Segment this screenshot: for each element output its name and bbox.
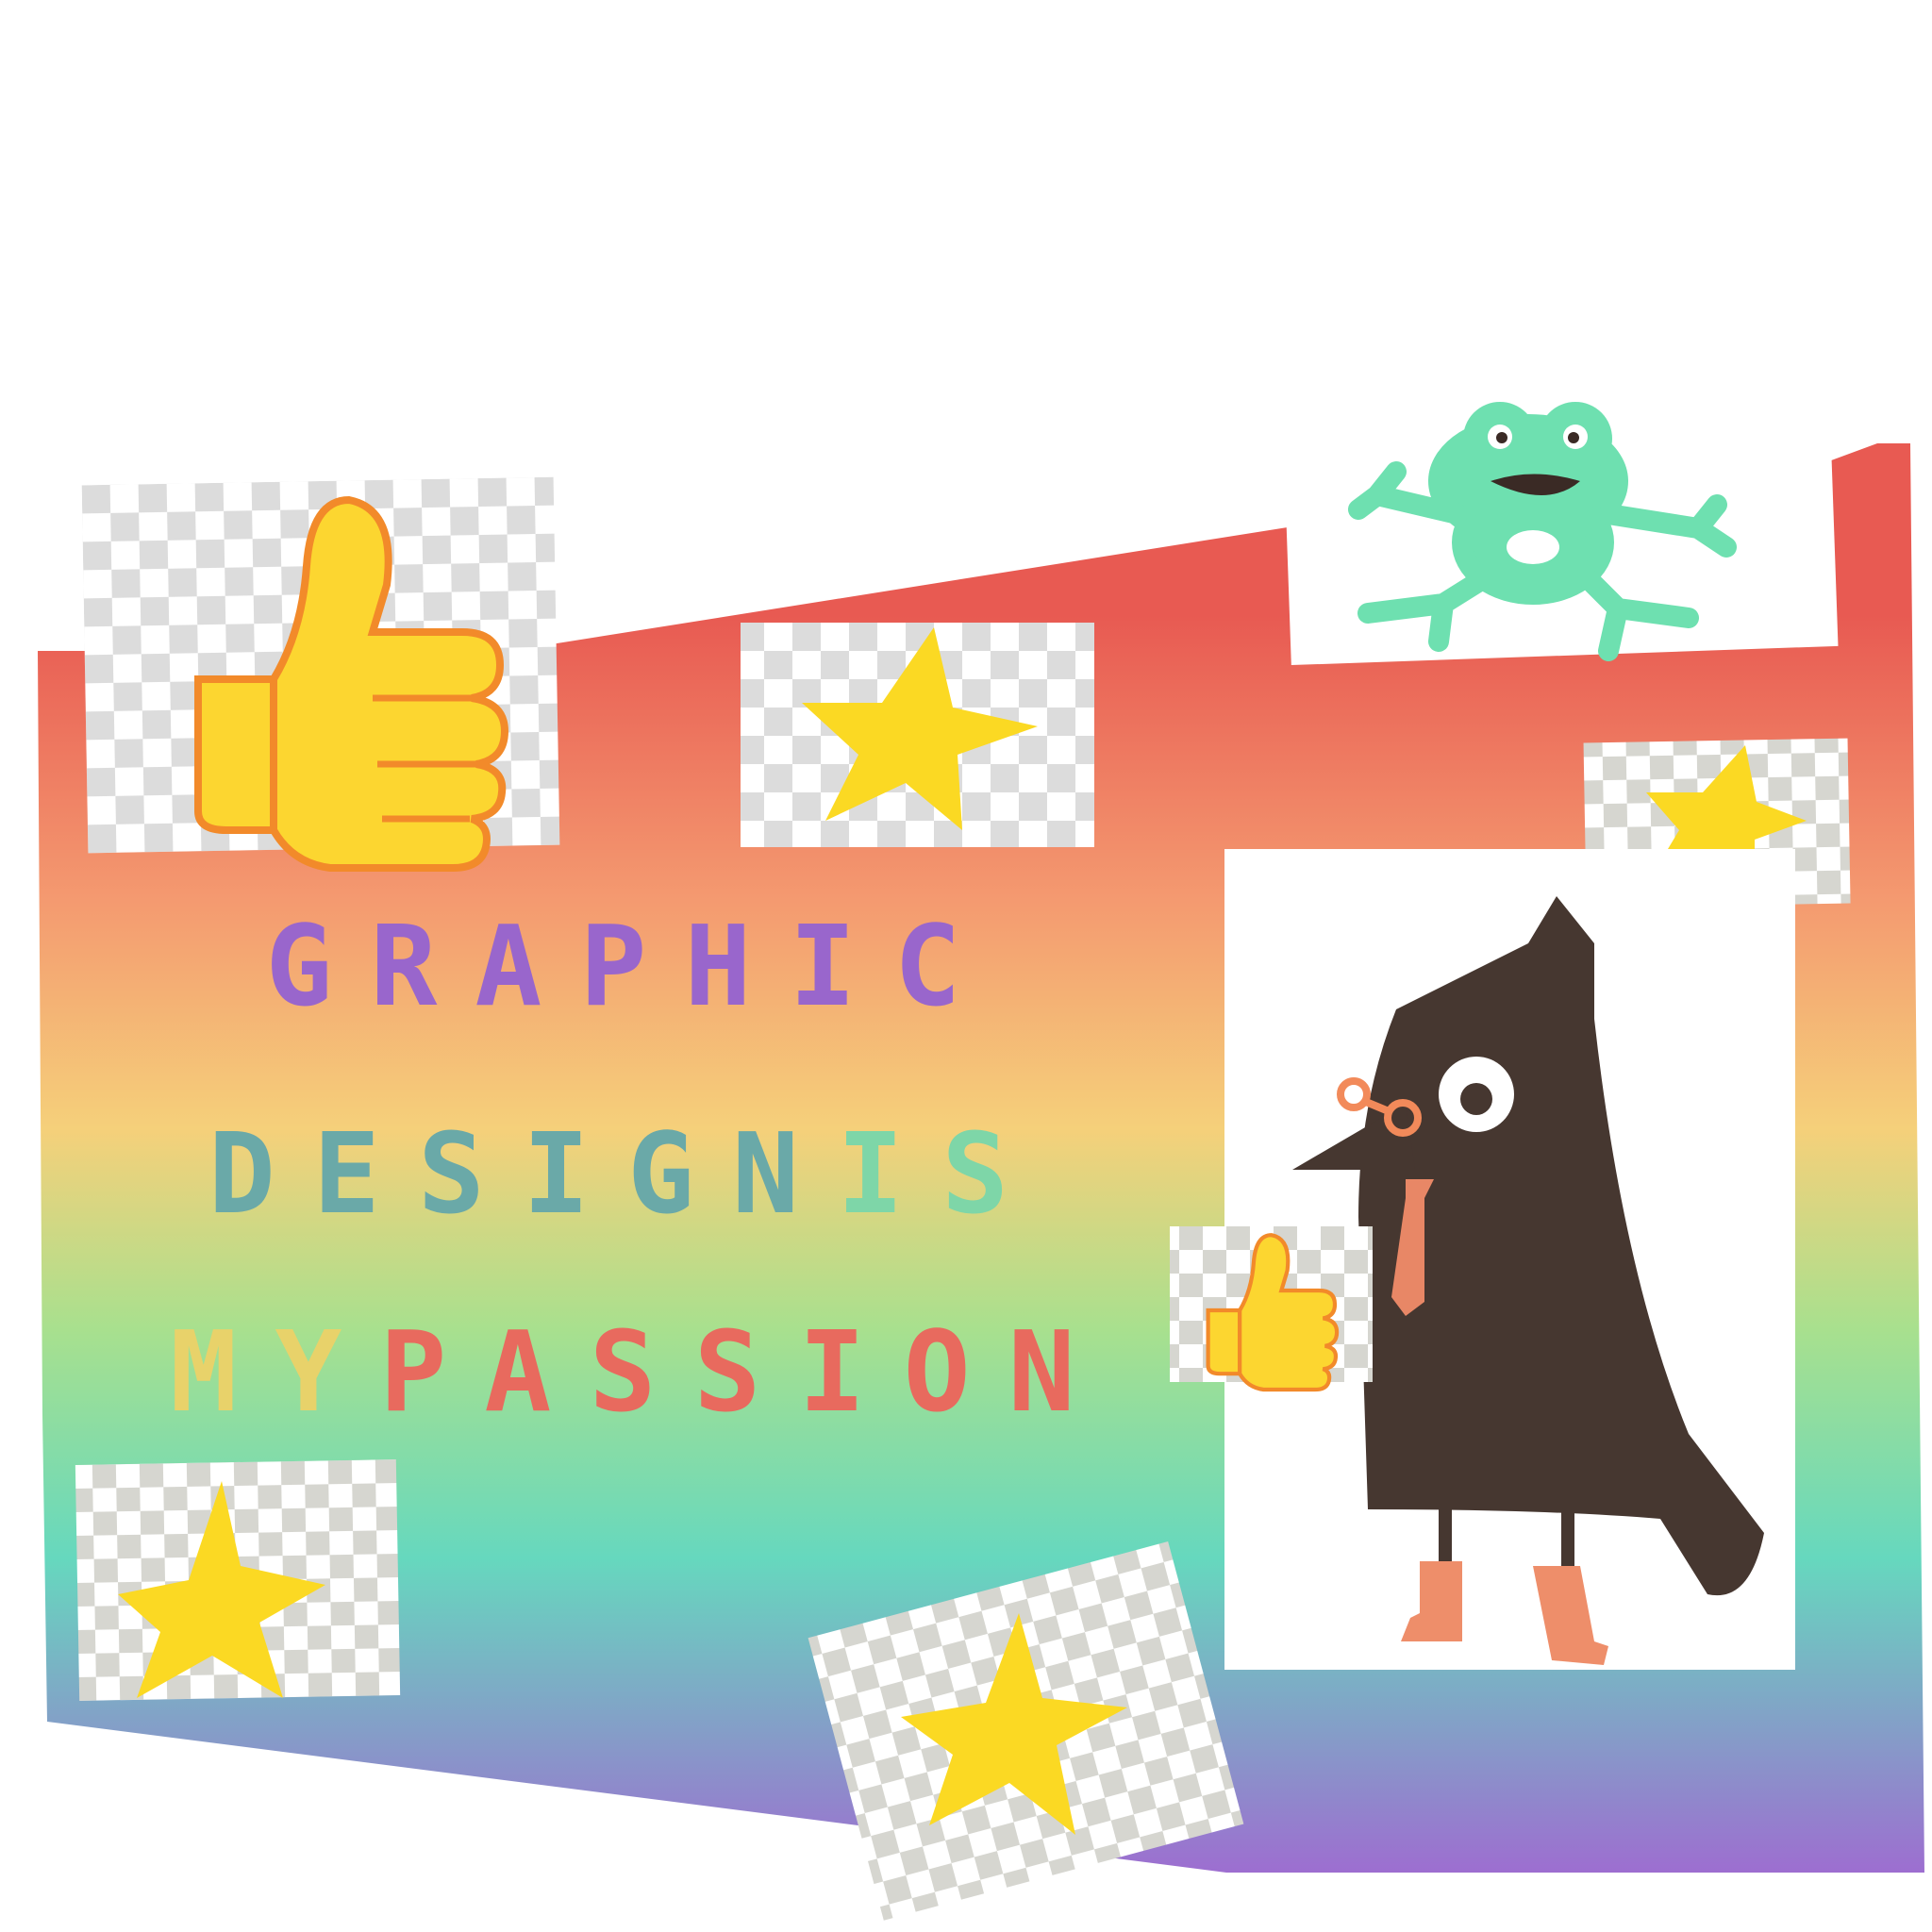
thumbs-up-card-large — [81, 476, 560, 872]
word-my: MY — [170, 1307, 380, 1437]
word-is: IS — [837, 1108, 1047, 1239]
word-graphic: GRAPHIC — [265, 901, 999, 1031]
star-card-top — [741, 623, 1094, 847]
poster-line-2: DESIGN IS — [24, 1118, 1231, 1229]
poster-line-3: MY PASSION — [38, 1316, 1245, 1427]
word-passion: PASSION — [379, 1307, 1113, 1437]
frog-card — [1284, 402, 1839, 666]
poster-line-1: GRAPHIC — [28, 910, 1236, 1022]
word-design: DESIGN — [208, 1108, 838, 1239]
star-card-bottom-left — [75, 1459, 401, 1701]
